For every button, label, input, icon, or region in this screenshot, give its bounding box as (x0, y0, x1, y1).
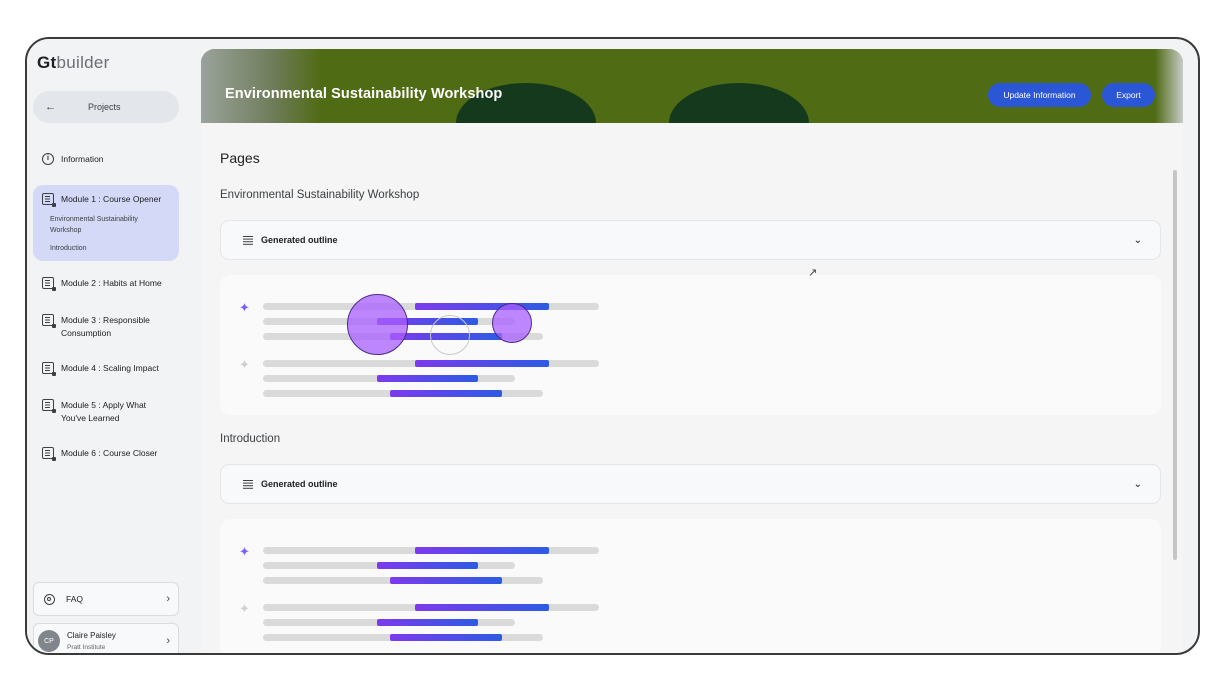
sidebar-item-module-4[interactable]: Module 4 : Scaling Impact (33, 362, 179, 376)
sidebar-item-label: Module 6 : Course Closer (61, 448, 158, 458)
chevron-right-icon: › (166, 593, 170, 605)
user-profile-button[interactable]: CP Claire Paisley Pratt Institute › (33, 623, 179, 653)
info-icon: i (42, 153, 54, 165)
skeleton-highlight (390, 390, 502, 397)
app-window: Gtbuilder ← Projects i Information Modul… (25, 37, 1200, 655)
sidebar-item-information[interactable]: i Information (33, 153, 179, 165)
sidebar-item-label: Module 5 : Apply What You've Learned (61, 400, 147, 423)
outline-lines-icon (243, 480, 253, 488)
loading-skeleton-card: ✦ ✦ (220, 275, 1161, 415)
avatar: CP (38, 630, 60, 652)
sparkle-icon: ✦ (239, 601, 250, 616)
skeleton-highlight (377, 375, 478, 382)
skeleton-highlight (415, 303, 549, 310)
mouse-cursor-icon: ↗ (808, 267, 818, 279)
module-icon (42, 447, 56, 461)
module-icon (42, 193, 56, 207)
logo: Gtbuilder (37, 53, 110, 72)
banner-image-shape (669, 83, 809, 123)
back-arrow-icon: ← (45, 101, 56, 113)
skeleton-highlight (415, 360, 549, 367)
chevron-right-icon: › (166, 635, 170, 647)
sidebar-item-module-3[interactable]: Module 3 : Responsible Consumption (33, 314, 179, 340)
generated-outline-accordion[interactable]: Generated outline ⌄ (220, 464, 1161, 504)
sidebar-subitem-introduction[interactable]: Introduction (50, 243, 87, 254)
module-icon (42, 277, 56, 291)
skeleton-highlight (415, 547, 549, 554)
course-banner: Environmental Sustainability Workshop Up… (201, 49, 1183, 123)
page-title: Environmental Sustainability Workshop (225, 86, 503, 102)
chevron-down-icon: ⌄ (1133, 234, 1142, 246)
sidebar-item-label: Information (61, 154, 104, 164)
projects-label: Projects (88, 102, 121, 112)
section-title: Environmental Sustainability Workshop (220, 189, 420, 201)
skeleton-highlight (415, 604, 549, 611)
sidebar-item-module-6[interactable]: Module 6 : Course Closer (33, 447, 179, 461)
sidebar-item-label: Module 4 : Scaling Impact (61, 363, 159, 373)
sparkle-icon: ✦ (239, 300, 250, 315)
outline-lines-icon (243, 236, 253, 244)
skeleton-highlight (390, 577, 502, 584)
sparkle-icon: ✦ (239, 357, 250, 372)
sidebar-item-module-2[interactable]: Module 2 : Habits at Home (33, 277, 179, 291)
main-content: Pages Environmental Sustainability Works… (201, 123, 1183, 653)
loading-skeleton-card: ✦ ✦ (220, 519, 1161, 653)
outline-label: Generated outline (261, 235, 338, 245)
section-title: Introduction (220, 433, 281, 445)
module-icon (42, 314, 56, 328)
sidebar-item-label: Module 3 : Responsible Consumption (61, 315, 150, 338)
module-icon (42, 399, 56, 413)
skeleton-highlight (377, 562, 478, 569)
banner-image-fade (1155, 49, 1183, 123)
faq-label: FAQ (66, 594, 84, 604)
skeleton-highlight (377, 619, 478, 626)
export-button[interactable]: Export (1102, 83, 1155, 107)
sidebar: Gtbuilder ← Projects i Information Modul… (27, 39, 201, 653)
chevron-down-icon: ⌄ (1133, 478, 1142, 490)
module-1-row: Module 1 : Course Opener (33, 193, 179, 207)
sidebar-item-module-5[interactable]: Module 5 : Apply What You've Learned (33, 399, 179, 425)
projects-back-button[interactable]: ← Projects (33, 91, 179, 123)
user-info: Claire Paisley Pratt Institute (67, 631, 116, 651)
user-org: Pratt Institute (67, 644, 106, 651)
update-information-button[interactable]: Update Information (988, 83, 1091, 107)
module-icon (42, 362, 56, 376)
sidebar-item-label: Module 2 : Habits at Home (61, 278, 162, 288)
click-indicator (492, 303, 532, 343)
skeleton-highlight (390, 634, 502, 641)
sidebar-subitem-workshop[interactable]: Environmental Sustainability Workshop (50, 214, 170, 236)
generated-outline-accordion[interactable]: Generated outline ⌄ (220, 220, 1161, 260)
sparkle-icon: ✦ (239, 544, 250, 559)
sidebar-item-module-1[interactable]: Module 1 : Course Opener Environmental S… (33, 185, 179, 261)
cursor-trail (430, 315, 470, 355)
faq-lifebuoy-icon (44, 593, 55, 605)
sidebar-item-label: Module 1 : Course Opener (61, 194, 162, 204)
click-indicator (347, 294, 408, 355)
main-scrollbar[interactable] (1173, 170, 1177, 560)
outline-label: Generated outline (261, 479, 338, 489)
user-name: Claire Paisley (67, 631, 116, 640)
faq-button[interactable]: FAQ › (33, 582, 179, 616)
pages-heading: Pages (220, 150, 260, 166)
